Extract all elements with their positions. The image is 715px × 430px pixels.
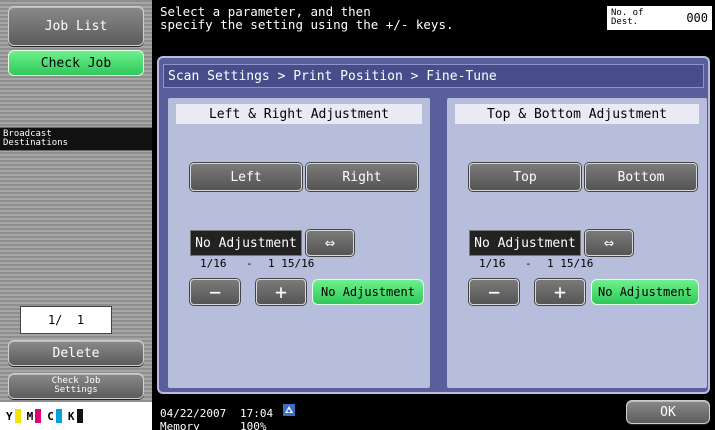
- page-indicator-value: 1/ 1: [47, 313, 85, 327]
- check-job-button[interactable]: Check Job: [8, 50, 144, 76]
- page-indicator: 1/ 1: [20, 306, 112, 334]
- broadcast-destinations-tab[interactable]: Broadcast Destinations: [0, 127, 152, 151]
- destination-count-value: 000: [686, 11, 708, 25]
- sidebar: Job List Check Job Broadcast Destination…: [0, 0, 152, 430]
- time-text: 17:04: [240, 407, 274, 420]
- toner-y: Y: [6, 409, 27, 423]
- top-bottom-value-display: No Adjustment: [469, 230, 581, 256]
- top-bottom-no-adjustment-label: No Adjustment: [598, 285, 692, 299]
- toner-m: M: [27, 409, 48, 423]
- left-right-arrow-icon: ⇔: [324, 233, 336, 253]
- left-button-label: Left: [230, 169, 262, 185]
- toner-c: C: [47, 409, 68, 423]
- check-job-label: Check Job: [40, 55, 112, 71]
- top-bottom-value: No Adjustment: [474, 235, 576, 251]
- left-right-no-adjustment-label: No Adjustment: [321, 285, 415, 299]
- plus-icon: +: [274, 280, 288, 304]
- job-list-button[interactable]: Job List: [8, 6, 144, 46]
- left-right-range-max: 1 15/16: [268, 257, 315, 270]
- top-bottom-arrow-icon: ⇔: [603, 233, 615, 253]
- top-bottom-plus-button[interactable]: +: [535, 279, 585, 305]
- ok-label: OK: [660, 404, 676, 420]
- left-right-title: Left & Right Adjustment: [176, 104, 422, 124]
- minus-icon: −: [208, 280, 222, 304]
- check-job-settings-button[interactable]: Check Job Settings: [8, 373, 144, 399]
- delete-label: Delete: [52, 345, 100, 361]
- top-bottom-direction-toggle[interactable]: ⇔: [585, 230, 633, 256]
- right-button[interactable]: Right: [306, 163, 418, 191]
- top-bottom-title-text: Top & Bottom Adjustment: [486, 106, 667, 122]
- right-button-label: Right: [342, 169, 382, 185]
- header: Select a parameter, and then specify the…: [152, 0, 715, 50]
- left-button[interactable]: Left: [190, 163, 302, 191]
- top-button-label: Top: [513, 169, 537, 185]
- memory-label: Memory: [160, 420, 200, 430]
- date-text: 04/22/2007: [160, 407, 227, 420]
- footer: 04/22/2007 17:04 Memory 100% OK: [152, 396, 715, 430]
- top-bottom-no-adjustment-button[interactable]: No Adjustment: [591, 279, 699, 305]
- left-right-minus-button[interactable]: −: [190, 279, 240, 305]
- toner-k: K: [68, 409, 89, 423]
- top-bottom-minus-button[interactable]: −: [469, 279, 519, 305]
- toner-levels: Y M C K: [0, 402, 152, 430]
- top-bottom-range-min: 1/16: [479, 257, 506, 270]
- left-right-no-adjustment-button[interactable]: No Adjustment: [312, 279, 424, 305]
- left-right-range-min: 1/16: [200, 257, 227, 270]
- left-right-value: No Adjustment: [195, 235, 297, 251]
- minus-icon: −: [487, 280, 501, 304]
- destination-count-label: No. of Dest.: [611, 8, 644, 27]
- bottom-button-label: Bottom: [617, 169, 665, 185]
- top-bottom-title: Top & Bottom Adjustment: [455, 104, 699, 124]
- toner-m-bar: [35, 409, 42, 423]
- toner-k-bar: [76, 409, 83, 423]
- ok-button[interactable]: OK: [626, 400, 710, 424]
- toner-y-bar: [14, 409, 21, 423]
- left-right-direction-toggle[interactable]: ⇔: [306, 230, 354, 256]
- left-right-range-dash: -: [246, 257, 253, 270]
- left-right-title-text: Left & Right Adjustment: [208, 106, 389, 122]
- top-bottom-range-dash: -: [525, 257, 532, 270]
- plus-icon: +: [553, 280, 567, 304]
- memory-value: 100%: [240, 420, 267, 430]
- broadcast-destinations-label: Broadcast Destinations: [3, 129, 69, 148]
- breadcrumb-text: Scan Settings > Print Position > Fine-Tu…: [168, 68, 497, 84]
- instruction-text: Select a parameter, and then specify the…: [160, 4, 454, 32]
- toner-c-bar: [55, 409, 62, 423]
- bottom-button[interactable]: Bottom: [585, 163, 697, 191]
- destination-count-box: No. of Dest. 000: [607, 6, 712, 30]
- top-button[interactable]: Top: [469, 163, 581, 191]
- left-right-value-display: No Adjustment: [190, 230, 302, 256]
- left-right-plus-button[interactable]: +: [256, 279, 306, 305]
- delete-button[interactable]: Delete: [8, 340, 144, 366]
- breadcrumb: Scan Settings > Print Position > Fine-Tu…: [163, 64, 704, 88]
- network-icon: [282, 402, 296, 416]
- check-job-settings-label: Check Job Settings: [51, 376, 101, 395]
- job-list-label: Job List: [44, 18, 108, 34]
- top-bottom-range-max: 1 15/16: [547, 257, 594, 270]
